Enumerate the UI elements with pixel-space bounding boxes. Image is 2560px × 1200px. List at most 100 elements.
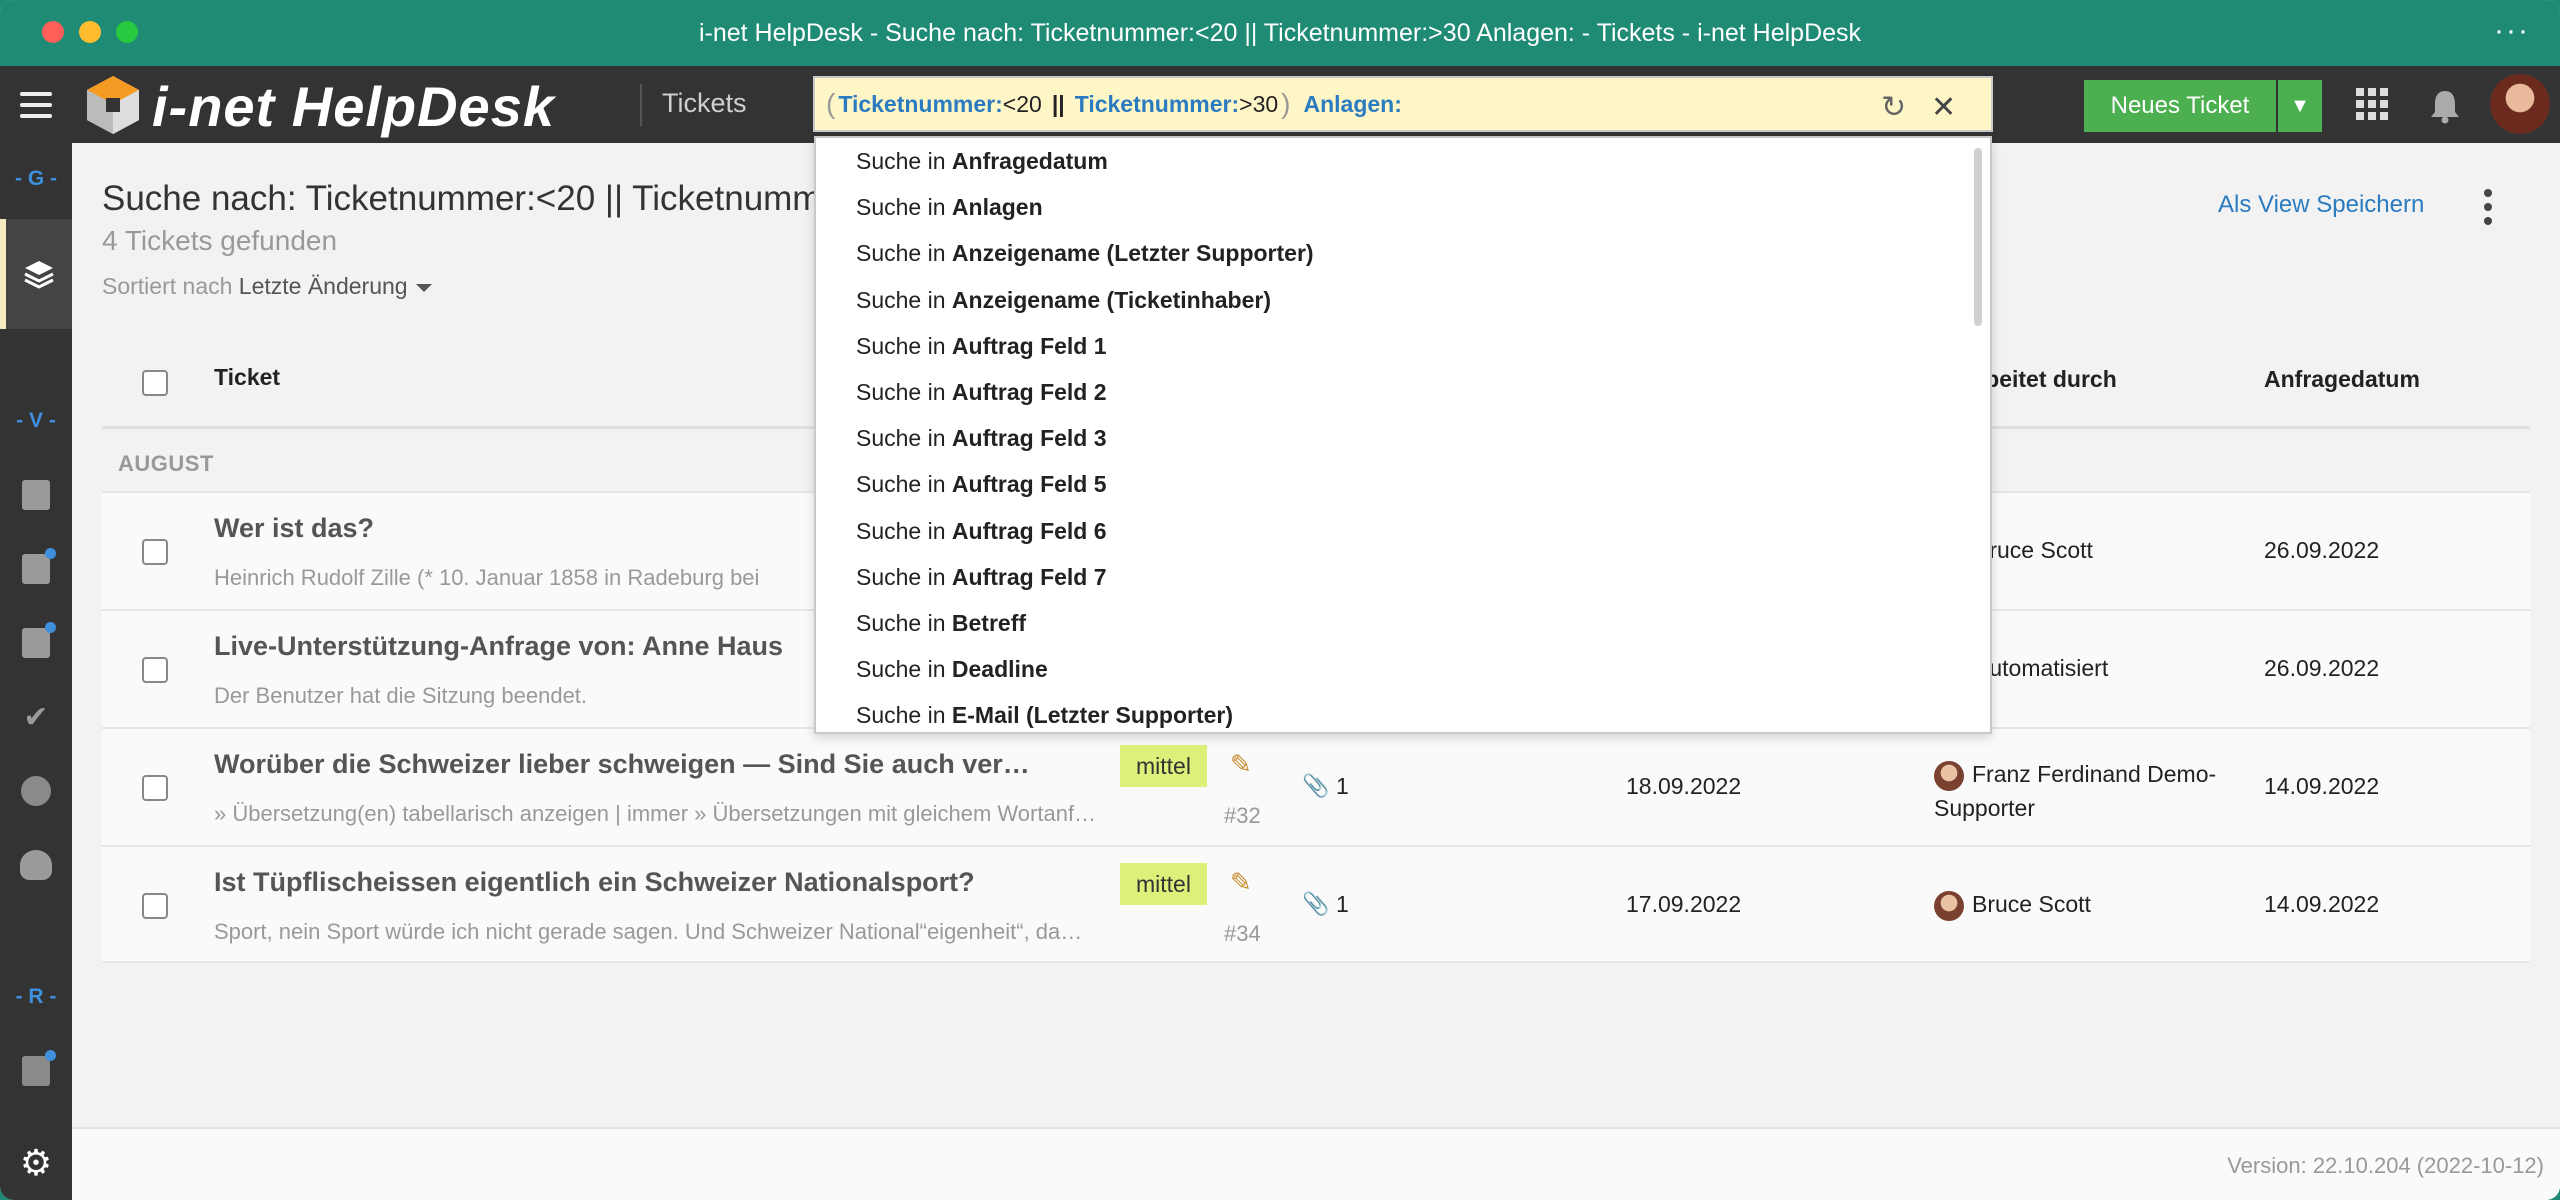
dropdown-scrollbar[interactable] [1974,148,1982,326]
last-change-date: 17.09.2022 [1626,891,1742,917]
suggestion-item[interactable]: Suche in Betreff [816,600,1990,646]
nav-divider [640,84,642,126]
request-date: 26.09.2022 [2264,655,2380,681]
more-icon[interactable]: ··· [2494,14,2530,48]
window-title: i-net HelpDesk - Suche nach: Ticketnumme… [698,18,1862,47]
sidebar-group-label: - V - [16,409,56,432]
sidebar-item-person[interactable] [0,761,72,821]
sidebar-item-settings[interactable]: ⚙ [0,1133,72,1193]
person-icon [21,776,51,806]
suggestion-item[interactable]: Suche in Anfragedatum [816,138,1990,184]
new-ticket-dropdown-button[interactable]: ▼ [2278,80,2322,132]
suggestion-item[interactable]: Suche in Anlagen [816,184,1990,230]
caret-down-icon [415,283,432,292]
sidebar-item-report[interactable] [0,1041,72,1101]
bell-icon[interactable] [2428,88,2462,124]
sort-value[interactable]: Letzte Änderung [239,273,408,299]
search-operator: || [1051,90,1065,117]
assigned-person: Automatisiert [1974,655,2109,681]
table-row[interactable]: Worüber die Schweizer lieber schweigen —… [102,727,2530,845]
ticket-preview: Der Benutzer hat die Sitzung beendet. [214,683,588,708]
save-view-link[interactable]: Als View Speichern [2218,191,2424,219]
search-token-value: >30 [1239,90,1279,117]
ticket-number: #34 [1224,921,1261,946]
suggestion-item[interactable]: Suche in Auftrag Feld 5 [816,461,1990,507]
suggestion-item[interactable]: Suche in E-Mail (Letzter Supporter) [816,692,1990,732]
document-icon [22,622,56,658]
avatar [1934,760,1964,791]
sidebar-item-view-1[interactable] [0,465,72,525]
paperclip-icon: 📎 [1302,773,1330,798]
report-icon [22,1050,56,1086]
assigned-person: Bruce Scott [1934,891,2091,921]
search-input[interactable]: ( Ticketnummer: <20 || Ticketnummer: >30… [813,76,1993,132]
sort-control[interactable]: Sortiert nach Letzte Änderung [102,273,432,300]
sidebar-item-done[interactable]: ✔ [0,687,72,747]
close-window-button[interactable] [42,21,64,43]
ticket-preview: » Übersetzung(en) tabellarisch anzeigen … [214,801,1097,826]
request-date: 26.09.2022 [2264,537,2380,563]
hamburger-icon[interactable] [20,92,52,118]
search-token-field: Anlagen: [1303,90,1402,117]
footer: Version: 22.10.204 (2022-10-12) [72,1127,2560,1200]
assigned-person: Franz Ferdinand Demo- Supporter [1934,760,2217,821]
zoom-window-button[interactable] [116,21,138,43]
ticket-title[interactable]: Worüber die Schweizer lieber schweigen —… [214,749,1030,780]
pencil-icon[interactable]: ✎ [1230,749,1252,780]
minimize-window-button[interactable] [79,21,101,43]
row-checkbox[interactable] [142,893,168,919]
suggestion-item[interactable]: Suche in Auftrag Feld 1 [816,323,1990,369]
brand-name[interactable]: i-net HelpDesk [152,74,555,139]
app-window: i-net HelpDesk - Suche nach: Ticketnumme… [0,0,2560,1200]
suggestion-item[interactable]: Suche in Deadline [816,646,1990,692]
layers-icon [24,261,54,289]
gear-icon: ⚙ [19,1142,53,1183]
version-label: Version: 22.10.204 (2022-10-12) [2227,1153,2544,1178]
suggestion-item[interactable]: Suche in Anzeigename (Ticketinhaber) [816,277,1990,323]
close-icon[interactable]: ✕ [1931,90,1956,125]
title-bar: i-net HelpDesk - Suche nach: Ticketnumme… [0,0,2560,66]
column-header-ticket[interactable]: Ticket [214,364,280,391]
nav-link-tickets[interactable]: Tickets [662,88,747,119]
request-date: 14.09.2022 [2264,773,2380,799]
ticket-title[interactable]: Wer ist das? [214,513,374,544]
support-agent-icon [20,850,52,880]
sidebar-group-label: - G - [15,167,57,190]
priority-badge: mittel [1120,745,1207,787]
ticket-title[interactable]: Ist Tüpflischeissen eigentlich ein Schwe… [214,867,975,898]
ticket-title[interactable]: Live-Unterstützung-Anfrage von: Anne Hau… [214,631,783,662]
request-date: 14.09.2022 [2264,891,2380,917]
pencil-icon[interactable]: ✎ [1230,867,1252,898]
ticket-preview: Heinrich Rudolf Zille (* 10. Januar 1858… [214,565,760,590]
apps-grid-icon[interactable] [2356,88,2388,120]
chevron-down-icon: ▼ [2290,94,2310,117]
new-ticket-button[interactable]: Neues Ticket [2084,80,2276,132]
window-controls [42,21,138,43]
suggestion-item[interactable]: Suche in Auftrag Feld 3 [816,415,1990,461]
sidebar-item-support[interactable] [0,835,72,895]
suggestion-item[interactable]: Suche in Anzeigename (Letzter Supporter) [816,230,1990,276]
suggestion-item[interactable]: Suche in Auftrag Feld 6 [816,508,1990,554]
refresh-icon[interactable]: ↻ [1881,90,1906,125]
ticket-preview: Sport, nein Sport würde ich nicht gerade… [214,919,1083,944]
checkmark-icon: ✔ [23,700,49,734]
select-all-checkbox[interactable] [142,370,168,396]
result-count: 4 Tickets gefunden [102,225,338,256]
attachment-count: 1 [1336,891,1349,917]
more-options-icon[interactable] [2484,189,2494,231]
paperclip-icon: 📎 [1302,891,1330,916]
suggestion-item[interactable]: Suche in Auftrag Feld 7 [816,554,1990,600]
row-checkbox[interactable] [142,539,168,565]
row-checkbox[interactable] [142,775,168,801]
sidebar-item-view-3[interactable] [0,613,72,673]
suggestion-item[interactable]: Suche in Auftrag Feld 2 [816,369,1990,415]
table-row[interactable]: Ist Tüpflischeissen eigentlich ein Schwe… [102,845,2530,963]
sidebar-item-view-2[interactable] [0,539,72,599]
sidebar-item-layers[interactable] [0,219,72,329]
row-checkbox[interactable] [142,657,168,683]
user-avatar[interactable] [2490,74,2550,134]
attachment-count: 1 [1336,773,1349,799]
search-suggestions-dropdown: Suche in Anfragedatum Suche in Anlagen S… [814,136,1992,734]
avatar [1934,891,1964,921]
column-header-requestdate[interactable]: Anfragedatum [2264,366,2420,393]
